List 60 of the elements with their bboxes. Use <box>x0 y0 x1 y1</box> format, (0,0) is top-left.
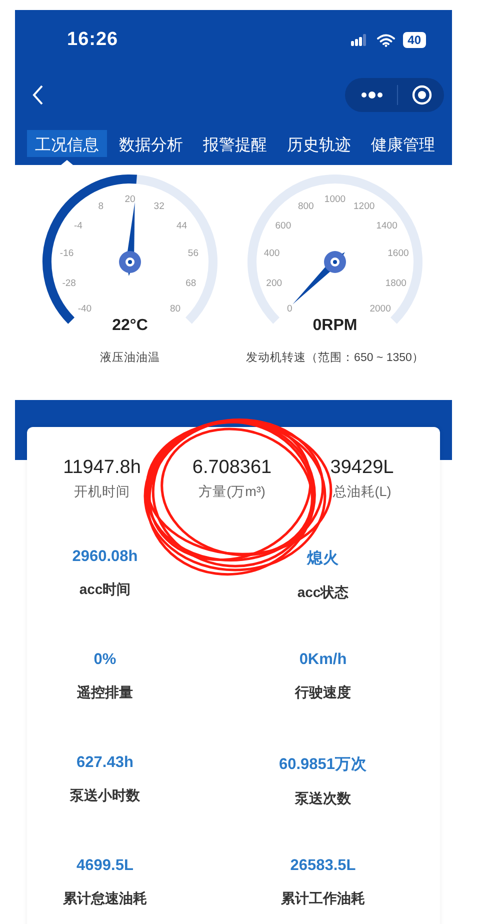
metric-label: 累计工作油耗 <box>281 890 365 908</box>
wifi-icon <box>376 34 395 46</box>
gauge-tick-label: 1000 <box>324 194 346 205</box>
gauge-tick-label: 1800 <box>385 278 406 289</box>
back-icon[interactable] <box>31 84 45 106</box>
summary-value: 39429L <box>329 457 395 479</box>
summary-value: 11947.8h <box>62 457 142 479</box>
summary-label: 方量(万m³) <box>198 483 266 501</box>
gauge-tick-label: 56 <box>188 248 198 259</box>
gauge-tick-label: 600 <box>275 220 292 232</box>
signal-icon <box>350 34 369 46</box>
metric-value: 0Km/h <box>299 651 347 669</box>
tab[interactable]: 数据分析 <box>111 130 191 157</box>
gauge-tick-label: 1400 <box>376 220 398 232</box>
metric-label: 行驶速度 <box>295 684 351 702</box>
gauge-tick-label: 68 <box>186 278 196 289</box>
gauge-tick-label: 80 <box>170 303 181 314</box>
metric-value: 4699.5L <box>76 857 134 875</box>
gauge-tick-label: 1200 <box>354 201 375 212</box>
status-time: 16:26 <box>67 29 118 51</box>
metric-value: 26583.5L <box>290 857 356 875</box>
summary-label: 总油耗(L) <box>332 483 392 501</box>
metric-value: 60.9851万次 <box>278 755 368 775</box>
gauge-reading: 22°C <box>112 317 148 334</box>
gauge-tick-label: 8 <box>98 201 104 212</box>
more-icon[interactable] <box>361 91 383 99</box>
gauge-tick-label: -28 <box>62 278 76 289</box>
metric-label: acc时间 <box>79 581 131 599</box>
gauge-tick-label: 400 <box>264 248 280 259</box>
metric-label: 遥控排量 <box>77 684 133 702</box>
capsule-menu[interactable] <box>345 78 444 112</box>
battery-indicator: 40 <box>402 32 426 48</box>
gauge-reading: 0RPM <box>312 317 358 334</box>
metric-value: 627.43h <box>76 754 134 772</box>
gauge-tick-label: 20 <box>124 194 136 205</box>
metric-value: 2960.08h <box>72 548 138 566</box>
metric-value: 熄火 <box>307 549 339 569</box>
gauge-tick-label: 200 <box>266 278 282 289</box>
gauge-tick-label: 800 <box>298 201 314 212</box>
gauge-label: 发动机转速（范围：650 ~ 1350） <box>246 350 424 365</box>
tab[interactable]: 历史轨迹 <box>279 130 359 157</box>
gauge-tick-label: 1600 <box>388 248 409 259</box>
metric-value: 0% <box>94 651 116 669</box>
metric-label: 泵送小时数 <box>70 787 140 805</box>
metric-label: 累计怠速油耗 <box>63 890 147 908</box>
metric-label: 泵送次数 <box>295 790 351 808</box>
gauge-label: 液压油油温 <box>100 350 160 365</box>
metric-label: acc状态 <box>297 584 349 602</box>
summary-label: 开机时间 <box>73 483 131 501</box>
tab[interactable]: 报警提醒 <box>195 130 275 157</box>
gauge-tick-label: -16 <box>60 248 74 259</box>
tab[interactable]: 健康管理 <box>363 130 443 157</box>
gauge-tick-label: 2000 <box>370 303 391 314</box>
gauge-tick-label: 44 <box>176 220 188 232</box>
gauge-tick-label: 0 <box>287 303 292 314</box>
gauge-tick-label: -40 <box>78 303 92 314</box>
gauge-tick-label: -4 <box>74 220 82 232</box>
gauge-needle <box>292 251 346 304</box>
gauge-tick-label: 32 <box>154 201 164 212</box>
summary-value: 6.708361 <box>191 457 273 479</box>
